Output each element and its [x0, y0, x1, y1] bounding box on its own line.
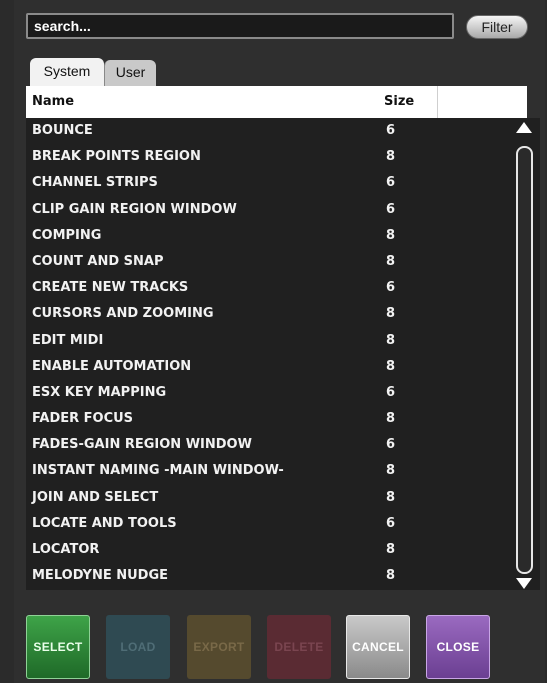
list-item-size: 6	[386, 175, 396, 191]
list-item-size: 8	[386, 332, 396, 348]
list-item-size: 6	[386, 280, 396, 296]
tab-user[interactable]: User	[104, 60, 156, 86]
list-item-size: 6	[386, 515, 396, 531]
list-item[interactable]: LOCATOR 8	[26, 537, 540, 563]
scrollbar-track[interactable]	[516, 146, 533, 574]
list-item-name: CHANNEL STRIPS	[32, 175, 158, 191]
list-item-size: 6	[386, 123, 396, 138]
list-item-size: 8	[386, 463, 396, 479]
list-item[interactable]: CHANNEL STRIPS 6	[26, 170, 540, 196]
select-button[interactable]: SELECT	[26, 615, 90, 679]
list-item-name: MELODYNE NUDGE	[32, 568, 169, 584]
list-item[interactable]: MELODYNE NUDGE 8	[26, 563, 540, 589]
list-item-size: 8	[386, 489, 396, 505]
list-item[interactable]: FADES-GAIN REGION WINDOW 6	[26, 432, 540, 458]
list-item-name: CLIP GAIN REGION WINDOW	[32, 201, 237, 217]
list-item-size: 8	[386, 253, 396, 269]
list-item-size: 8	[386, 358, 396, 374]
list-item-name: FADER FOCUS	[32, 411, 134, 427]
list-item[interactable]: ESX KEY MAPPING 6	[26, 380, 540, 406]
scrollbar-thumb[interactable]	[516, 146, 533, 574]
list-item-name: ENABLE AUTOMATION	[32, 358, 192, 374]
tab-system[interactable]: System	[30, 58, 104, 86]
list-item-size: 6	[386, 437, 396, 453]
column-header-name[interactable]: Name	[32, 94, 74, 109]
list-item-name: LOCATOR	[32, 542, 100, 557]
list-item-name: BOUNCE	[32, 123, 93, 138]
list-item-name: EDIT MIDI	[32, 332, 104, 348]
delete-button[interactable]: DELETE	[267, 615, 331, 679]
list-item-size: 8	[386, 149, 396, 165]
list-item[interactable]: EDIT MIDI 8	[26, 328, 540, 354]
list-item[interactable]: ENABLE AUTOMATION 8	[26, 354, 540, 380]
list-item-name: INSTANT NAMING -MAIN WINDOW-	[32, 463, 284, 479]
table-header: Name Size	[26, 86, 527, 118]
search-input[interactable]: search...	[26, 13, 454, 39]
list-item-name: COMPING	[32, 227, 102, 243]
scroll-up-arrow-icon[interactable]	[516, 122, 532, 133]
list-item[interactable]: FADER FOCUS 8	[26, 406, 540, 432]
list-item[interactable]: COMPING 8	[26, 223, 540, 249]
list-item-size: 8	[386, 306, 396, 322]
list-item[interactable]: BOUNCE 6	[26, 118, 540, 144]
list-item-size: 8	[386, 568, 396, 584]
list-item-name: BREAK POINTS REGION	[32, 149, 201, 165]
list-item-name: CURSORS AND ZOOMING	[32, 306, 214, 322]
list-item[interactable]: INSTANT NAMING -MAIN WINDOW- 8	[26, 458, 540, 484]
preset-list: BOUNCE 6 BREAK POINTS REGION 8 CHANNEL STRIP…	[26, 118, 540, 590]
list-item-name: FADES-GAIN REGION WINDOW	[32, 437, 252, 453]
list-item-name: CREATE NEW TRACKS	[32, 280, 189, 296]
list-item[interactable]: CLIP GAIN REGION WINDOW 6	[26, 197, 540, 223]
column-divider	[437, 86, 438, 118]
list-item-name: JOIN AND SELECT	[32, 489, 159, 505]
list-item[interactable]: JOIN AND SELECT 8	[26, 485, 540, 511]
load-button[interactable]: LOAD	[106, 615, 170, 679]
list-item-name: ESX KEY MAPPING	[32, 384, 167, 400]
list-item[interactable]: CREATE NEW TRACKS 6	[26, 275, 540, 301]
list-item[interactable]: BREAK POINTS REGION 8	[26, 144, 540, 170]
filter-button[interactable]: Filter	[466, 15, 528, 39]
list-item-size: 8	[386, 227, 396, 243]
export-button[interactable]: EXPORT	[187, 615, 251, 679]
cancel-button[interactable]: CANCEL	[346, 615, 410, 679]
list-item[interactable]: LOCATE AND TOOLS 6	[26, 511, 540, 537]
column-header-size[interactable]: Size	[384, 94, 414, 109]
list-item[interactable]: COUNT AND SNAP 8	[26, 249, 540, 275]
list-item-size: 6	[386, 201, 396, 217]
list-item-size: 6	[386, 384, 396, 400]
list-item-size: 8	[386, 411, 396, 427]
list-item[interactable]: CURSORS AND ZOOMING 8	[26, 301, 540, 327]
scroll-down-arrow-icon[interactable]	[516, 578, 532, 589]
list-item-name: COUNT AND SNAP	[32, 253, 164, 269]
list-item-name: LOCATE AND TOOLS	[32, 515, 177, 531]
close-button[interactable]: CLOSE	[426, 615, 490, 679]
list-item-size: 8	[386, 542, 396, 557]
